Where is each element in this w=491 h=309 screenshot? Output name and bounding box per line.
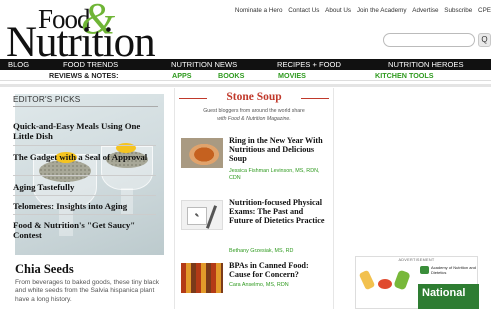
stone-soup-subtitle-2: with Food & Nutrition Magazine. <box>217 116 291 122</box>
subnav-kitchen-tools[interactable]: KITCHEN TOOLS <box>375 71 434 80</box>
diet-thumbnail: ✎ <box>181 200 223 230</box>
stone-soup-column: Stone Soup Guest bloggers from around th… <box>174 88 334 309</box>
pick-divider <box>13 145 156 146</box>
link-nominate-hero[interactable]: Nominate a Hero <box>235 7 283 14</box>
link-about-us[interactable]: About Us <box>325 7 351 14</box>
article-item[interactable]: BPAs in Canned Food: Cause for Concern? … <box>181 261 329 301</box>
academy-logo <box>420 266 429 274</box>
article-author: Jessica Fishman Levinson, MS, RDN, CDN <box>229 168 320 181</box>
subnav-books[interactable]: BOOKS <box>218 71 244 80</box>
search-icon: Q <box>481 35 488 44</box>
food-illustration <box>378 279 392 289</box>
food-illustration <box>393 269 411 291</box>
search-button[interactable]: Q <box>478 33 491 47</box>
link-cpe[interactable]: CPE <box>478 7 491 14</box>
stone-soup-subtitle: Guest bloggers from around the world sha… <box>203 108 305 114</box>
nav-nutrition-heroes[interactable]: NUTRITION HEROES <box>388 60 464 69</box>
ad-org: Academy of Nutrition and Dietetics <box>431 265 476 275</box>
subnav-label: REVIEWS & NOTES: <box>49 71 119 80</box>
soup-thumbnail <box>181 138 223 168</box>
pen-icon <box>205 205 218 229</box>
pick-item[interactable]: Food & Nutrition's "Get Saucy" Contest <box>13 220 156 240</box>
link-contact-us[interactable]: Contact Us <box>288 7 319 14</box>
pick-divider <box>13 214 156 215</box>
pick-item[interactable]: The Gadget with a Seal of Approval <box>13 152 156 162</box>
feature-title[interactable]: Chia Seeds <box>15 262 74 277</box>
logo-nutrition: Nutrition <box>6 19 156 66</box>
pick-item[interactable]: Telomeres: Insights into Aging <box>13 201 156 211</box>
food-illustration <box>358 269 376 291</box>
advertisement[interactable]: ADVERTISEMENT Academy of Nutrition and D… <box>355 256 479 309</box>
pick-divider <box>13 175 156 176</box>
article-title[interactable]: Ring in the New Year With Nutritious and… <box>229 136 329 163</box>
site-logo[interactable]: Food & Nutrition <box>6 0 176 64</box>
article-author: Cara Anselmo, MS, RDN <box>229 282 289 288</box>
ad-label: ADVERTISEMENT <box>398 258 435 262</box>
spices-thumbnail <box>181 263 223 293</box>
article-title[interactable]: Nutrition-focused Physical Exams: The Pa… <box>229 198 329 225</box>
subnav-apps[interactable]: APPS <box>172 71 192 80</box>
link-join-academy[interactable]: Join the Academy <box>357 7 407 14</box>
search-input[interactable] <box>383 33 475 47</box>
pick-divider <box>13 195 156 196</box>
nav-food-trends[interactable]: FOOD TRENDS <box>63 60 118 69</box>
article-item[interactable]: Ring in the New Year With Nutritious and… <box>181 136 329 188</box>
notepad-icon: ✎ <box>187 207 207 225</box>
link-subscribe[interactable]: Subscribe <box>444 7 472 14</box>
article-item[interactable]: ✎ Nutrition-focused Physical Exams: The … <box>181 198 329 268</box>
link-advertise[interactable]: Advertise <box>412 7 438 14</box>
pick-item[interactable]: Quick-and-Easy Meals Using One Little Di… <box>13 121 156 141</box>
feature-text: From beverages to baked goods, these tin… <box>15 279 160 303</box>
stone-soup-heading[interactable]: Stone Soup <box>175 91 333 103</box>
main-nav: BLOG FOOD TRENDS NUTRITION NEWS RECIPES … <box>0 59 491 70</box>
editors-picks-heading: EDITOR'S PICKS <box>13 95 81 104</box>
section-divider <box>0 84 491 87</box>
ad-headline: National <box>422 287 466 299</box>
nav-blog[interactable]: BLOG <box>8 60 29 69</box>
editors-picks-rule <box>13 106 158 107</box>
subnav-movies[interactable]: MOVIES <box>278 71 306 80</box>
pick-item[interactable]: Aging Tastefully <box>13 182 156 192</box>
article-author: Bethany Grzesiak, MS, RD <box>229 248 294 254</box>
reviews-subnav: REVIEWS & NOTES: APPS BOOKS MOVIES KITCH… <box>0 70 491 81</box>
article-title[interactable]: BPAs in Canned Food: Cause for Concern? <box>229 261 329 279</box>
utility-links: Nominate a Hero Contact Us About Us Join… <box>231 7 491 14</box>
nav-nutrition-news[interactable]: NUTRITION NEWS <box>171 60 237 69</box>
nav-recipes-food[interactable]: RECIPES + FOOD <box>277 60 341 69</box>
